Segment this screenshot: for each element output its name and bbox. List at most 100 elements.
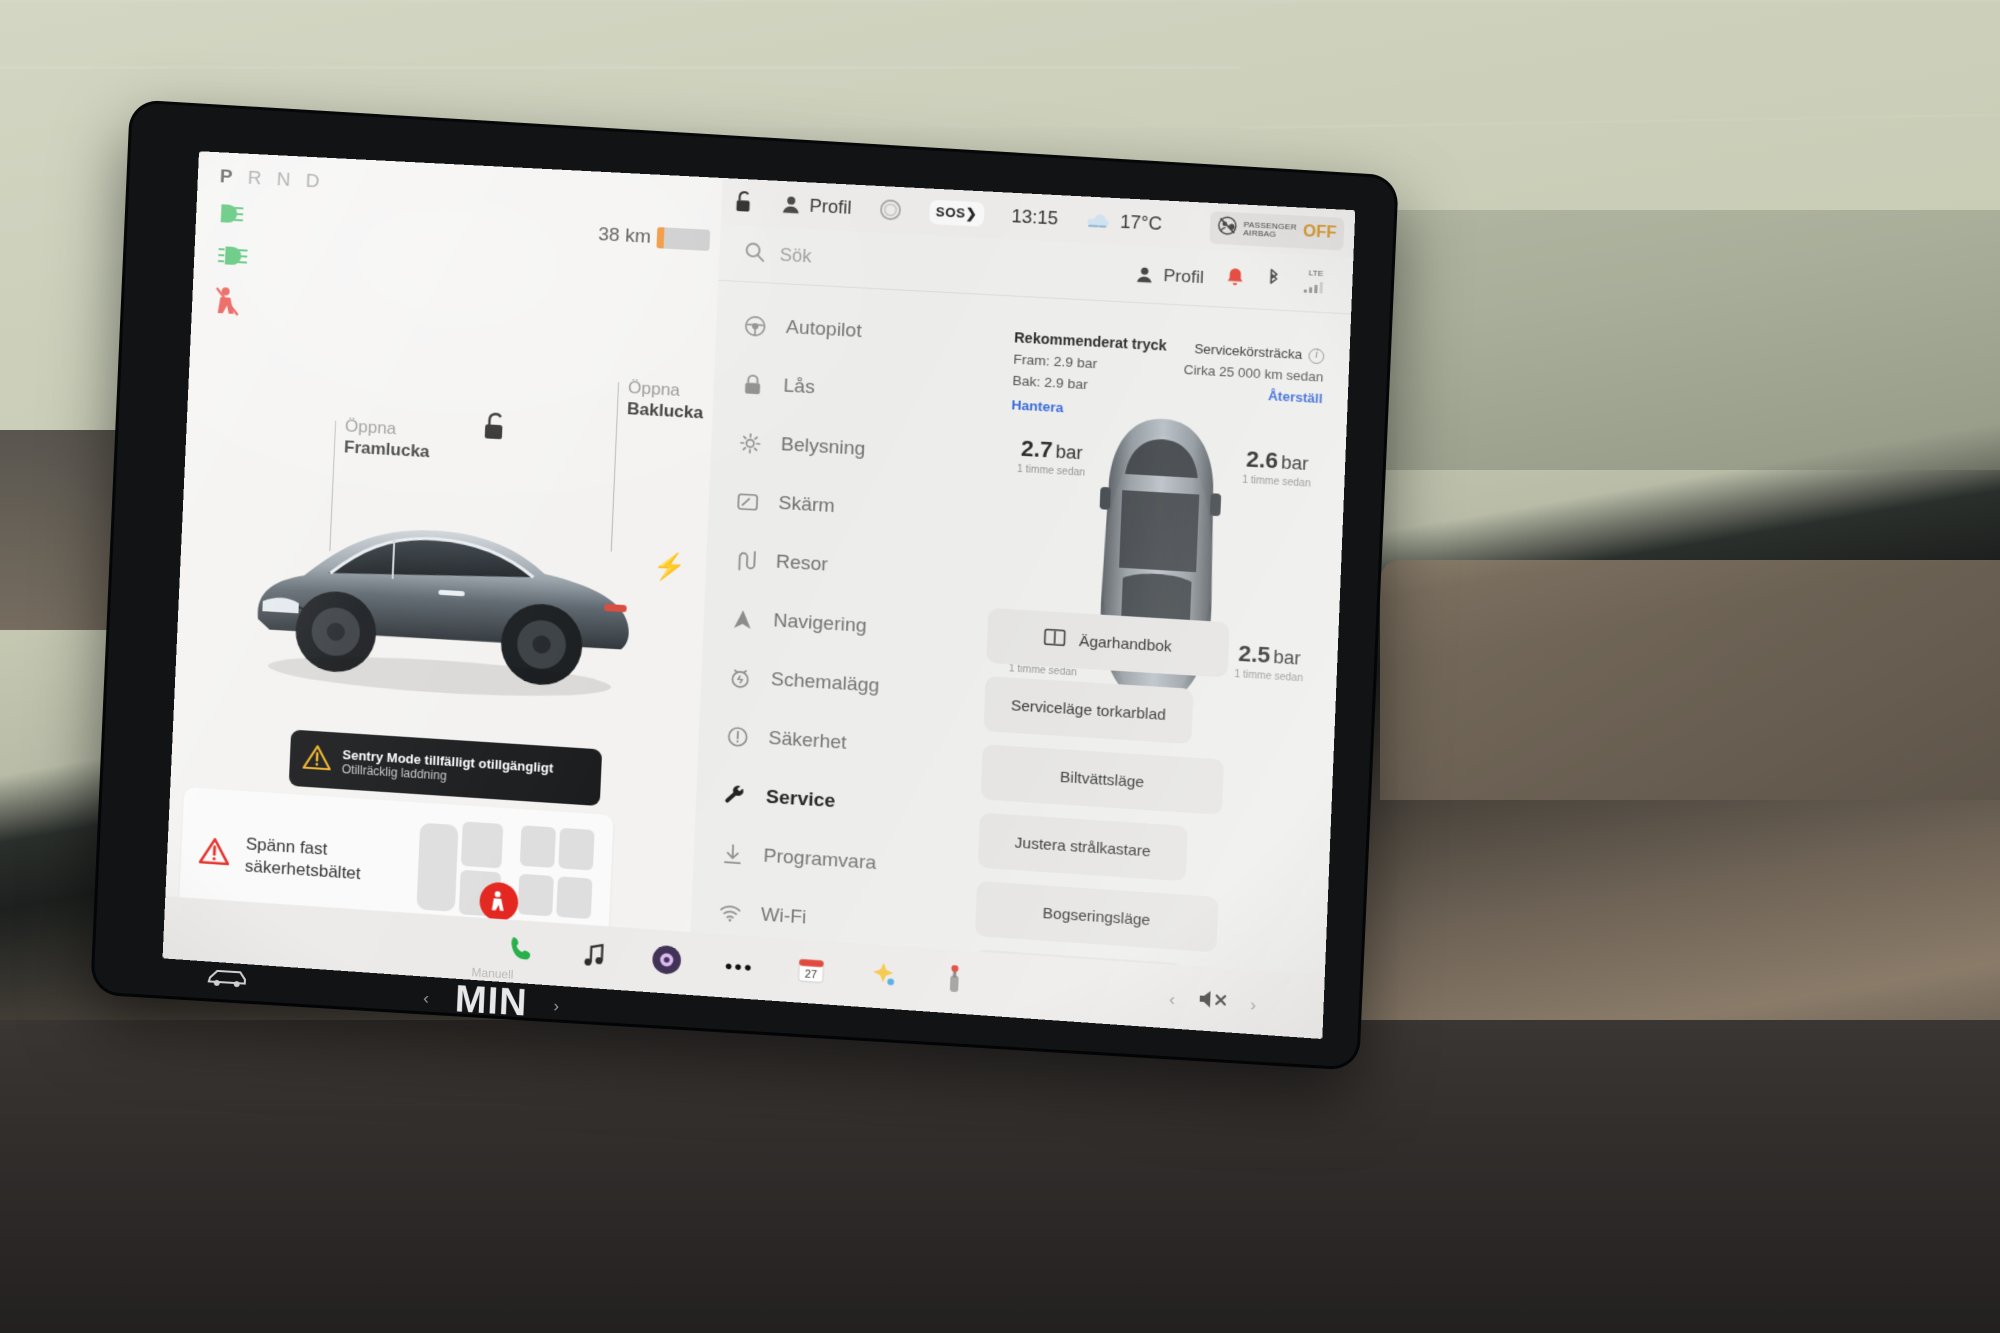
service-distance-block: Servicekörsträcka i Cirka 25 000 km seda…	[1182, 338, 1325, 409]
driver-status-panel: P R N D 38 km Öppna Framlucka Öppna Bakl…	[162, 151, 723, 995]
battery-gauge	[656, 227, 711, 251]
media-app-icon[interactable]	[579, 939, 609, 974]
tire-pressure-front-right: 2.6 bar 1 timme sedan	[1242, 446, 1312, 490]
previous-track-icon[interactable]: ‹	[1169, 989, 1176, 1010]
cellular-signal-icon: LTE	[1303, 268, 1328, 299]
arcade-app-icon[interactable]	[940, 964, 968, 1000]
headlight-adjust-label: Justera strålkastare	[1014, 833, 1152, 861]
owners-manual-label: Ägarhandbok	[1078, 632, 1173, 656]
profile-label: Profil	[809, 195, 852, 218]
passenger-airbag-indicator: PASSENGER AIRBAG OFF	[1209, 211, 1345, 251]
tp-fr-unit: bar	[1280, 452, 1309, 475]
tp-fl-value: 2.7	[1020, 435, 1054, 463]
tp-fl-unit: bar	[1055, 441, 1084, 464]
info-icon[interactable]: i	[1308, 347, 1325, 365]
range-readout: 38 km	[597, 223, 652, 248]
phone-app-icon[interactable]	[506, 933, 538, 970]
windshield-reflection	[1300, 210, 2000, 470]
dashboard-wood-trim	[1380, 560, 2000, 800]
seatbelt-badge-icon	[478, 881, 519, 923]
service-content: Rekommenderat tryck Fram: 2.9 bar Bak: 2…	[957, 297, 1351, 1039]
menu-label: Säkerhet	[768, 727, 847, 754]
lock-status-icon[interactable]	[733, 190, 754, 215]
outside-temperature: 17°C	[1119, 211, 1163, 234]
menu-label: Schemalägg	[770, 668, 880, 697]
clock: 13:15	[1010, 205, 1059, 229]
center-touchscreen-bezel: P R N D 38 km Öppna Framlucka Öppna Bakl…	[93, 102, 1396, 1068]
wrench-icon	[722, 784, 748, 808]
menu-label: Belysning	[780, 433, 866, 461]
profile-button[interactable]: Profil	[780, 194, 852, 219]
safety-alert-icon	[725, 725, 751, 749]
schedule-clock-icon	[727, 666, 752, 690]
notification-bell-icon[interactable]	[1226, 267, 1244, 292]
sentry-mode-alert[interactable]: Sentry Mode tillfälligt otillgängligt Ot…	[288, 729, 603, 807]
book-icon	[1043, 628, 1067, 652]
vehicle-controls-button[interactable]	[205, 963, 248, 996]
warning-triangle-icon	[302, 743, 331, 776]
car-wash-mode-button[interactable]: Biltvättsläge	[980, 744, 1225, 815]
search-icon	[743, 240, 766, 267]
steering-wheel-icon	[742, 314, 767, 338]
display-icon	[735, 491, 760, 513]
mute-icon[interactable]	[1197, 988, 1227, 1016]
wall-seam	[0, 66, 1240, 69]
trips-icon	[732, 549, 757, 573]
menu-label: Navigering	[772, 610, 868, 638]
more-apps-icon[interactable]: •••	[724, 954, 754, 979]
temp-increase-icon[interactable]: ›	[553, 996, 560, 1016]
wiper-service-mode-button[interactable]: Serviceläge torkarblad	[983, 676, 1194, 745]
seat-occupancy-diagram	[416, 815, 595, 932]
browser-app-icon[interactable]	[651, 943, 683, 981]
lock-icon	[740, 373, 765, 397]
tp-fr-value: 2.6	[1245, 446, 1279, 474]
menu-label: Autopilot	[785, 316, 863, 343]
menu-label: Programvara	[763, 845, 877, 875]
dashboard-lower	[0, 1020, 2000, 1333]
photograph-of-car-interior: P R N D 38 km Öppna Framlucka Öppna Bakl…	[0, 0, 2000, 1333]
wifi-icon	[718, 903, 743, 923]
tow-mode-label: Bogseringsläge	[1042, 904, 1151, 929]
seatbelt-warning-indicator	[213, 286, 241, 322]
menu-label: Resor	[775, 551, 829, 576]
wall-seam	[1240, 113, 2000, 130]
unlock-icon[interactable]	[481, 411, 509, 448]
wiper-service-mode-label: Serviceläge torkarblad	[1010, 696, 1167, 724]
car-wash-mode-label: Biltvättsläge	[1059, 768, 1145, 791]
open-trunk-callout[interactable]: Öppna Baklucka	[627, 377, 705, 424]
airbag-state: OFF	[1302, 222, 1337, 243]
tire-pressure-front-left: 2.7 bar 1 timme sedan	[1016, 435, 1087, 479]
tow-mode-button[interactable]: Bogseringsläge	[974, 880, 1219, 953]
center-touchscreen[interactable]: P R N D 38 km Öppna Framlucka Öppna Bakl…	[162, 151, 1356, 1040]
settings-panel: Profil SOS❯ 13:15 17°C PASSENGER AIRBAG …	[687, 177, 1356, 1040]
airbag-off-icon	[1217, 215, 1238, 240]
calendar-app-icon[interactable]: 27	[796, 954, 826, 990]
manage-pressure-link[interactable]: Hantera	[1011, 395, 1064, 419]
svg-text:27: 27	[805, 968, 818, 981]
settings-menu: Autopilot Lås Belysning Skärm Resor Navi…	[688, 283, 987, 1040]
wall-seam	[0, 0, 2000, 2]
vehicle-side-view-image[interactable]	[237, 450, 651, 716]
high-beam-indicator	[216, 244, 251, 273]
sos-button[interactable]: SOS❯	[929, 199, 986, 227]
red-warning-triangle-icon	[199, 836, 230, 871]
temp-decrease-icon[interactable]: ‹	[423, 988, 430, 1008]
next-track-icon[interactable]: ›	[1250, 994, 1257, 1015]
climate-temperature: MIN	[454, 978, 529, 1025]
climate-control-strip[interactable]: Manuell ‹ MIN ›	[422, 962, 560, 1027]
menu-label: Wi-Fi	[760, 904, 807, 929]
search-input[interactable]: Sök	[779, 245, 812, 268]
low-beam-indicator	[217, 202, 252, 231]
bluetooth-icon[interactable]	[1266, 268, 1282, 294]
tp-fl-updated: 1 timme sedan	[1016, 463, 1086, 479]
reset-service-distance-link[interactable]: Återställ	[1268, 387, 1323, 405]
menu-label: Skärm	[777, 492, 836, 518]
voice-command-icon[interactable]	[878, 197, 904, 223]
charge-port-bolt-icon[interactable]: ⚡	[652, 550, 686, 583]
headlight-adjust-button[interactable]: Justera strålkastare	[977, 812, 1188, 882]
light-bulb-icon	[737, 432, 762, 456]
header-profile-button[interactable]: Profil	[1135, 264, 1204, 288]
open-trunk-line2: Baklucka	[626, 399, 704, 423]
toybox-app-icon[interactable]	[868, 959, 898, 995]
tp-fr-updated: 1 timme sedan	[1241, 474, 1311, 490]
